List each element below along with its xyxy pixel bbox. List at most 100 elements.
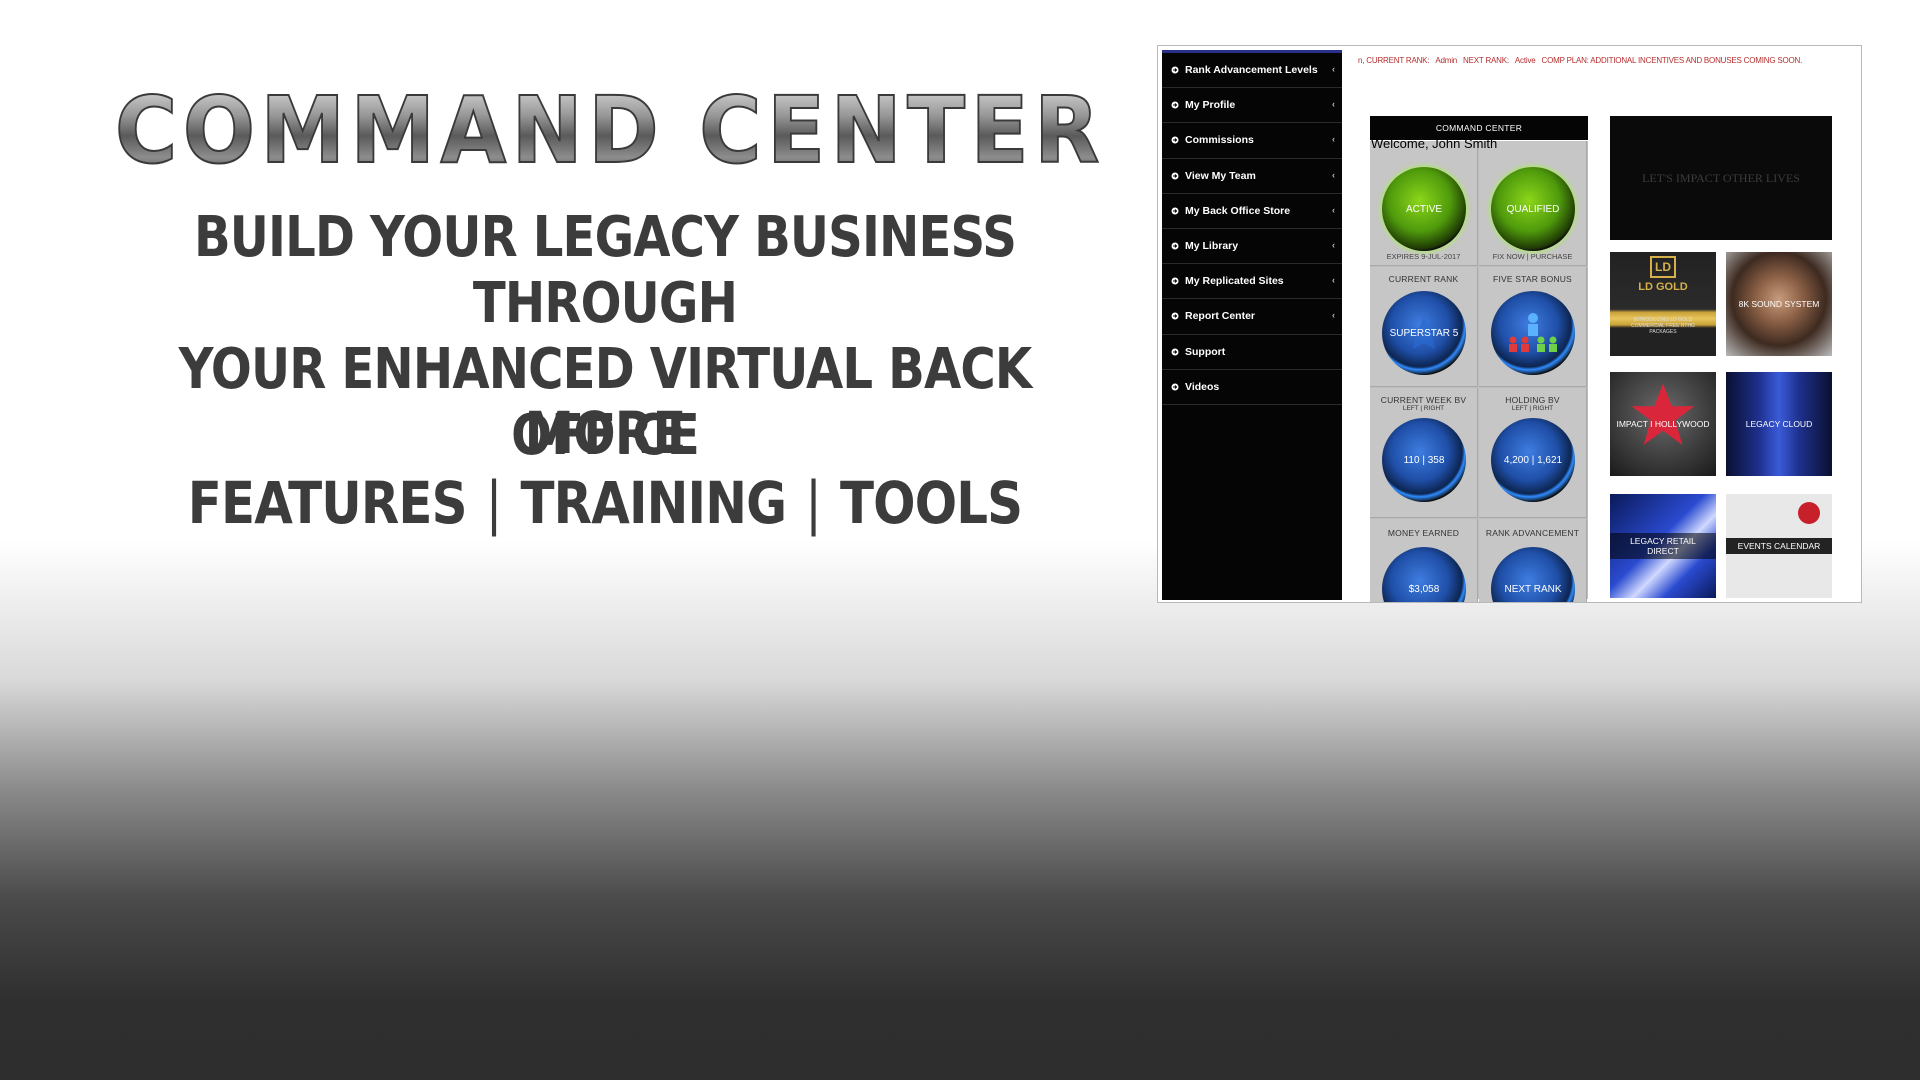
arrow-circle-icon bbox=[1171, 242, 1179, 250]
rank-advancement-orb: NEXT RANK bbox=[1491, 547, 1575, 602]
sidebar-item-commissions[interactable]: Commissions ‹ bbox=[1162, 123, 1342, 159]
feature-training: TRAINING bbox=[520, 469, 787, 537]
chevron-left-icon: ‹ bbox=[1332, 310, 1335, 321]
cell-subtitle: LEFT | RIGHT bbox=[1402, 405, 1445, 412]
tagline-line-1: BUILD YOUR LEGACY BUSINESS THROUGH bbox=[193, 205, 1017, 336]
orb-label: QUALIFIED bbox=[1506, 203, 1560, 215]
tile-title: LEGACY CLOUD bbox=[1745, 419, 1813, 429]
chevron-left-icon: ‹ bbox=[1332, 239, 1335, 250]
back-office-screenshot: Rank Advancement Levels ‹ My Profile ‹ C… bbox=[1157, 45, 1862, 603]
money-earned-orb: $3,058 bbox=[1382, 547, 1466, 602]
command-center-logo-art: COMMAND CENTER bbox=[114, 78, 1105, 178]
money-earned-card[interactable]: MONEY EARNED $3,058 bbox=[1370, 519, 1478, 602]
orb-label: NEXT RANK bbox=[1504, 583, 1562, 595]
sidebar-item-my-profile[interactable]: My Profile ‹ bbox=[1162, 88, 1342, 124]
chevron-left-icon: ‹ bbox=[1332, 64, 1335, 74]
sidebar-item-my-replicated-sites[interactable]: My Replicated Sites ‹ bbox=[1162, 264, 1342, 300]
current-rank-orb: SUPERSTAR 5 bbox=[1382, 291, 1466, 375]
sidebar-item-videos[interactable]: Videos bbox=[1162, 370, 1342, 405]
expires-date: EXPIRES 9-JUL-2017 bbox=[1386, 252, 1461, 261]
separator: | bbox=[805, 469, 822, 537]
orb-label: 4,200 | 1,621 bbox=[1503, 454, 1563, 466]
tile-title: LEGACY RETAIL DIRECT bbox=[1610, 533, 1716, 559]
current-rank-value: Admin bbox=[1435, 56, 1458, 65]
sidebar-menu: Rank Advancement Levels ‹ My Profile ‹ C… bbox=[1162, 50, 1342, 600]
sidebar-item-view-my-team[interactable]: View My Team ‹ bbox=[1162, 159, 1342, 194]
tile-title: 8K SOUND SYSTEM bbox=[1738, 299, 1820, 309]
cell-title: CURRENT RANK bbox=[1388, 274, 1459, 284]
current-rank-card[interactable]: CURRENT RANK SUPERSTAR 5 bbox=[1370, 267, 1478, 387]
comp-plan-notice: COMP PLAN: ADDITIONAL INCENTIVES AND BON… bbox=[1541, 56, 1803, 65]
arrow-circle-icon bbox=[1171, 207, 1179, 215]
team-icon bbox=[1509, 313, 1557, 352]
chevron-left-icon: ‹ bbox=[1332, 275, 1335, 286]
legacy-retail-direct-tile[interactable]: LEGACY RETAIL DIRECT bbox=[1610, 494, 1716, 598]
separator: | bbox=[485, 469, 503, 537]
cell-title: CURRENT WEEK BV bbox=[1380, 395, 1467, 405]
cell-title: HOLDING BV bbox=[1505, 395, 1560, 405]
orb-label: SUPERSTAR 5 bbox=[1389, 327, 1459, 339]
arrow-circle-icon bbox=[1171, 172, 1179, 180]
sidebar-item-support[interactable]: Support bbox=[1162, 335, 1342, 370]
five-star-bonus-card[interactable]: FIVE STAR BONUS bbox=[1479, 267, 1587, 387]
holding-bv-orb: 4,200 | 1,621 bbox=[1491, 418, 1575, 502]
orb-label: ACTIVE bbox=[1405, 203, 1443, 215]
arrow-circle-icon bbox=[1171, 348, 1179, 356]
banner-text: LET'S IMPACT OTHER LIVES bbox=[1642, 170, 1800, 185]
arrow-circle-icon bbox=[1171, 101, 1179, 109]
status-active-card[interactable]: ACTIVE EXPIRES 9-JUL-2017 bbox=[1370, 141, 1478, 266]
next-rank-value: Active bbox=[1514, 56, 1536, 65]
current-week-bv-orb: 110 | 358 bbox=[1382, 418, 1466, 502]
current-rank-label: n, CURRENT RANK: bbox=[1358, 56, 1430, 65]
sidebar-item-label: My Replicated Sites bbox=[1185, 275, 1284, 288]
events-calendar-tile[interactable]: EVENTS CALENDAR bbox=[1726, 494, 1832, 598]
orb-label: $3,058 bbox=[1408, 583, 1440, 595]
feature-list: MORE FEATURES | TRAINING | TOOLS bbox=[162, 398, 1048, 538]
sidebar-item-label: Videos bbox=[1185, 380, 1220, 393]
star-icon bbox=[1631, 383, 1695, 445]
arrow-circle-icon bbox=[1171, 312, 1179, 320]
impact-hollywood-tile[interactable]: IMPACT I HOLLYWOOD bbox=[1610, 372, 1716, 476]
sidebar-item-report-center[interactable]: Report Center ‹ bbox=[1162, 299, 1342, 335]
chevron-left-icon: ‹ bbox=[1332, 134, 1335, 145]
holding-bv-card[interactable]: HOLDING BV LEFT | RIGHT 4,200 | 1,621 bbox=[1479, 388, 1587, 518]
status-qualified-card[interactable]: QUALIFIED FIX NOW | PURCHASE bbox=[1479, 141, 1587, 266]
arrow-circle-icon bbox=[1171, 136, 1179, 144]
cell-title: RANK ADVANCEMENT bbox=[1485, 528, 1580, 538]
tile-subtitle: INTRODUCING LD GOLD COMMERCIAL FREE RTHG… bbox=[1631, 316, 1695, 335]
logo-text: COMMAND CENTER bbox=[115, 78, 1105, 178]
sidebar-item-label: Rank Advancement Levels bbox=[1185, 64, 1318, 77]
sidebar-item-my-back-office-store[interactable]: My Back Office Store ‹ bbox=[1162, 194, 1342, 229]
pin-icon bbox=[1798, 502, 1820, 524]
chevron-left-icon: ‹ bbox=[1332, 204, 1335, 215]
cell-subtitle: LEFT | RIGHT bbox=[1511, 405, 1554, 412]
status-bar: n, CURRENT RANK: Admin NEXT RANK: Active COM… bbox=[1358, 56, 1858, 70]
current-week-bv-card[interactable]: CURRENT WEEK BV LEFT | RIGHT 110 | 358 bbox=[1370, 388, 1478, 518]
tile-title: LD GOLD bbox=[1638, 280, 1688, 293]
sidebar-item-label: Commissions bbox=[1185, 134, 1254, 147]
qualified-orb: QUALIFIED bbox=[1491, 167, 1575, 251]
arrow-circle-icon bbox=[1171, 383, 1179, 391]
sidebar-item-label: My Profile bbox=[1185, 99, 1236, 112]
sidebar-item-rank-advancement-levels[interactable]: Rank Advancement Levels ‹ bbox=[1162, 53, 1342, 89]
tile-title: IMPACT I HOLLYWOOD bbox=[1616, 419, 1710, 429]
arrow-circle-icon bbox=[1171, 277, 1179, 285]
welcome-message: Welcome, John Smith bbox=[1371, 136, 1498, 151]
command-center-grid: ACTIVE EXPIRES 9-JUL-2017 QUALIFIED FIX … bbox=[1370, 141, 1588, 602]
impact-lives-banner[interactable]: LET'S IMPACT OTHER LIVES bbox=[1610, 116, 1832, 240]
rank-advancement-card[interactable]: RANK ADVANCEMENT NEXT RANK bbox=[1479, 519, 1587, 602]
five-star-bonus-orb bbox=[1491, 291, 1575, 375]
command-center-logo: COMMAND CENTER bbox=[110, 78, 1110, 178]
sidebar-item-my-library[interactable]: My Library ‹ bbox=[1162, 229, 1342, 265]
sound-system-tile[interactable]: 8K SOUND SYSTEM bbox=[1726, 252, 1832, 356]
cell-title: FIVE STAR BONUS bbox=[1493, 274, 1572, 284]
chevron-left-icon: ‹ bbox=[1332, 99, 1335, 110]
sidebar-item-label: Support bbox=[1185, 345, 1226, 358]
legacy-cloud-tile[interactable]: LEGACY CLOUD bbox=[1726, 372, 1832, 476]
cell-title: MONEY EARNED bbox=[1387, 528, 1460, 538]
chevron-left-icon: ‹ bbox=[1332, 169, 1335, 180]
ld-gold-tile[interactable]: LD LD GOLD INTRODUCING LD GOLD COMMERCIA… bbox=[1610, 252, 1716, 356]
sidebar-item-label: My Back Office Store bbox=[1185, 204, 1291, 217]
sidebar-item-label: My Library bbox=[1185, 240, 1239, 253]
tile-title: EVENTS CALENDAR bbox=[1726, 538, 1832, 554]
